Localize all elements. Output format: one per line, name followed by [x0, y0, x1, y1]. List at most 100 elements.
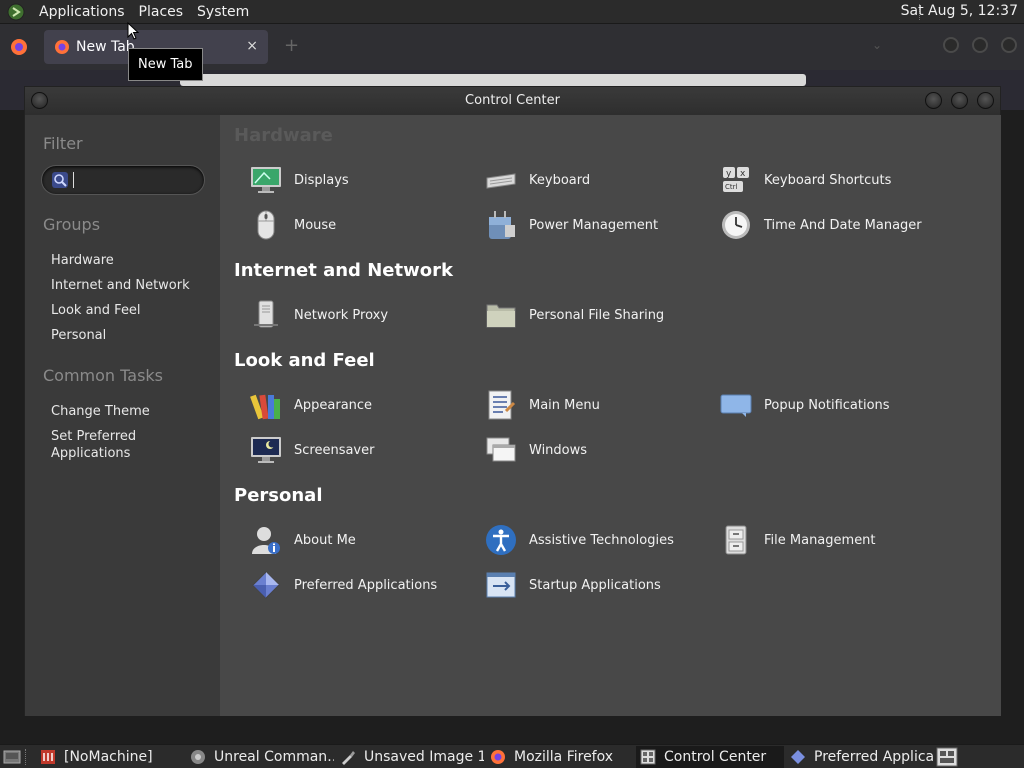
- task-label: Unreal Comman…: [214, 749, 334, 765]
- url-bar[interactable]: [180, 74, 806, 86]
- item-label: Assistive Technologies: [529, 532, 674, 548]
- item-network-proxy[interactable]: Network Proxy: [249, 298, 388, 332]
- appearance-icon: [249, 388, 283, 422]
- tooltip: New Tab: [128, 48, 203, 81]
- taskbar: [NoMachine] Unreal Comman… Unsaved Image…: [0, 744, 1024, 768]
- menu-system[interactable]: System: [190, 4, 256, 20]
- task-nomachine[interactable]: [NoMachine]: [36, 746, 184, 768]
- item-windows[interactable]: Windows: [484, 433, 587, 467]
- window-minimize-icon[interactable]: [925, 92, 942, 109]
- mouse-icon: [249, 208, 283, 242]
- clock-icon: [719, 208, 753, 242]
- menu-applications[interactable]: Applications: [32, 4, 132, 20]
- item-file-management[interactable]: File Management: [719, 523, 876, 557]
- task-label: Preferred Applica…: [814, 749, 934, 765]
- item-label: Time And Date Manager: [764, 217, 922, 233]
- preferred-apps-icon: [790, 749, 806, 765]
- item-popup-notifications[interactable]: Popup Notifications: [719, 388, 890, 422]
- item-label: Popup Notifications: [764, 397, 890, 413]
- menu-places[interactable]: Places: [132, 4, 191, 20]
- workspace-switcher-icon[interactable]: [936, 747, 958, 768]
- control-center-window: Control Center Filter Groups Hardware In…: [24, 86, 1001, 716]
- item-keyboard[interactable]: Keyboard: [484, 163, 590, 197]
- item-label: Preferred Applications: [294, 577, 438, 593]
- item-screensaver[interactable]: Screensaver: [249, 433, 374, 467]
- item-about-me[interactable]: About Me: [249, 523, 356, 557]
- preferred-apps-icon: [249, 568, 283, 602]
- svg-text:y: y: [726, 169, 732, 179]
- control-center-icon: [640, 749, 656, 765]
- notification-icon: [719, 388, 753, 422]
- section-title-hardware: Hardware: [234, 125, 333, 146]
- task-preferred-applications[interactable]: Preferred Applica…: [786, 746, 934, 768]
- nomachine-icon: [40, 749, 56, 765]
- keyboard-icon: [484, 163, 518, 197]
- task-label: [NoMachine]: [64, 749, 153, 765]
- task-control-center[interactable]: Control Center: [636, 746, 784, 768]
- item-displays[interactable]: Displays: [249, 163, 349, 197]
- group-link-look-and-feel[interactable]: Look and Feel: [51, 302, 211, 319]
- item-preferred-applications[interactable]: Preferred Applications: [249, 568, 437, 602]
- item-mouse[interactable]: Mouse: [249, 208, 336, 242]
- item-label: About Me: [294, 532, 356, 548]
- item-keyboard-shortcuts[interactable]: y x Ctrl Keyboard Shortcuts: [719, 163, 891, 197]
- item-label: Power Management: [529, 217, 659, 233]
- item-label: Appearance: [294, 397, 373, 413]
- item-label: Main Menu: [529, 397, 600, 413]
- unreal-commander-icon: [190, 749, 206, 765]
- folder-share-icon: [484, 298, 518, 332]
- task-mozilla-firefox[interactable]: Mozilla Firefox: [486, 746, 634, 768]
- screensaver-icon: [249, 433, 283, 467]
- item-startup-applications[interactable]: Startup Applications: [484, 568, 661, 602]
- item-main-menu[interactable]: Main Menu: [484, 388, 600, 422]
- task-unsaved-image[interactable]: Unsaved Image 1 …: [336, 746, 484, 768]
- mate-logo-icon[interactable]: [6, 3, 26, 21]
- svg-text:x: x: [740, 169, 746, 179]
- groups-heading: Groups: [43, 215, 101, 234]
- close-icon[interactable]: [1001, 37, 1017, 53]
- item-label: File Management: [764, 532, 876, 548]
- item-label: Keyboard: [529, 172, 591, 188]
- list-tabs-icon[interactable]: ⌄: [872, 38, 882, 52]
- top-panel: Applications Places System Sat Aug 5, 12…: [0, 0, 1024, 24]
- group-link-hardware[interactable]: Hardware: [51, 252, 211, 269]
- group-link-internet-and-network[interactable]: Internet and Network: [51, 277, 211, 294]
- firefox-tab-icon: [54, 39, 70, 55]
- window-menu-icon[interactable]: [31, 92, 48, 109]
- tab-close-icon[interactable]: ×: [246, 38, 258, 54]
- item-label: Network Proxy: [294, 307, 389, 323]
- item-assistive-technologies[interactable]: Assistive Technologies: [484, 523, 674, 557]
- show-desktop-icon[interactable]: [3, 749, 21, 768]
- task-label: Unsaved Image 1 …: [364, 749, 484, 765]
- clock[interactable]: Sat Aug 5, 12:37: [901, 3, 1018, 19]
- filter-heading: Filter: [43, 134, 83, 153]
- item-time-and-date[interactable]: Time And Date Manager: [719, 208, 922, 242]
- keyboard-shortcuts-icon: y x Ctrl: [719, 163, 753, 197]
- window-maximize-icon[interactable]: [951, 92, 968, 109]
- maximize-icon[interactable]: [972, 37, 988, 53]
- about-me-icon: [249, 523, 283, 557]
- sidebar: Filter Groups Hardware Internet and Netw…: [25, 115, 220, 716]
- item-label: Keyboard Shortcuts: [764, 172, 892, 188]
- item-power-management[interactable]: Power Management: [484, 208, 658, 242]
- search-icon: [52, 172, 68, 192]
- search-input[interactable]: [41, 165, 205, 195]
- task-label: Control Center: [664, 749, 767, 765]
- window-titlebar[interactable]: Control Center: [25, 87, 1000, 115]
- new-tab-button[interactable]: +: [284, 35, 299, 56]
- item-appearance[interactable]: Appearance: [249, 388, 372, 422]
- group-link-personal[interactable]: Personal: [51, 327, 211, 344]
- section-title-look-and-feel: Look and Feel: [234, 350, 375, 371]
- common-tasks-heading: Common Tasks: [43, 366, 164, 385]
- task-unreal-commander[interactable]: Unreal Comman…: [186, 746, 334, 768]
- firefox-icon: [490, 749, 506, 765]
- text-caret: [73, 172, 74, 188]
- minimize-icon[interactable]: [943, 37, 959, 53]
- item-personal-file-sharing[interactable]: Personal File Sharing: [484, 298, 664, 332]
- task-link-change-theme[interactable]: Change Theme: [51, 403, 211, 420]
- window-close-icon[interactable]: [977, 92, 994, 109]
- section-title-internet-and-network: Internet and Network: [234, 260, 453, 281]
- firefox-menu-icon[interactable]: [10, 38, 28, 60]
- task-link-set-preferred-applications[interactable]: Set Preferred Applications: [51, 428, 211, 462]
- item-label: Windows: [529, 442, 588, 458]
